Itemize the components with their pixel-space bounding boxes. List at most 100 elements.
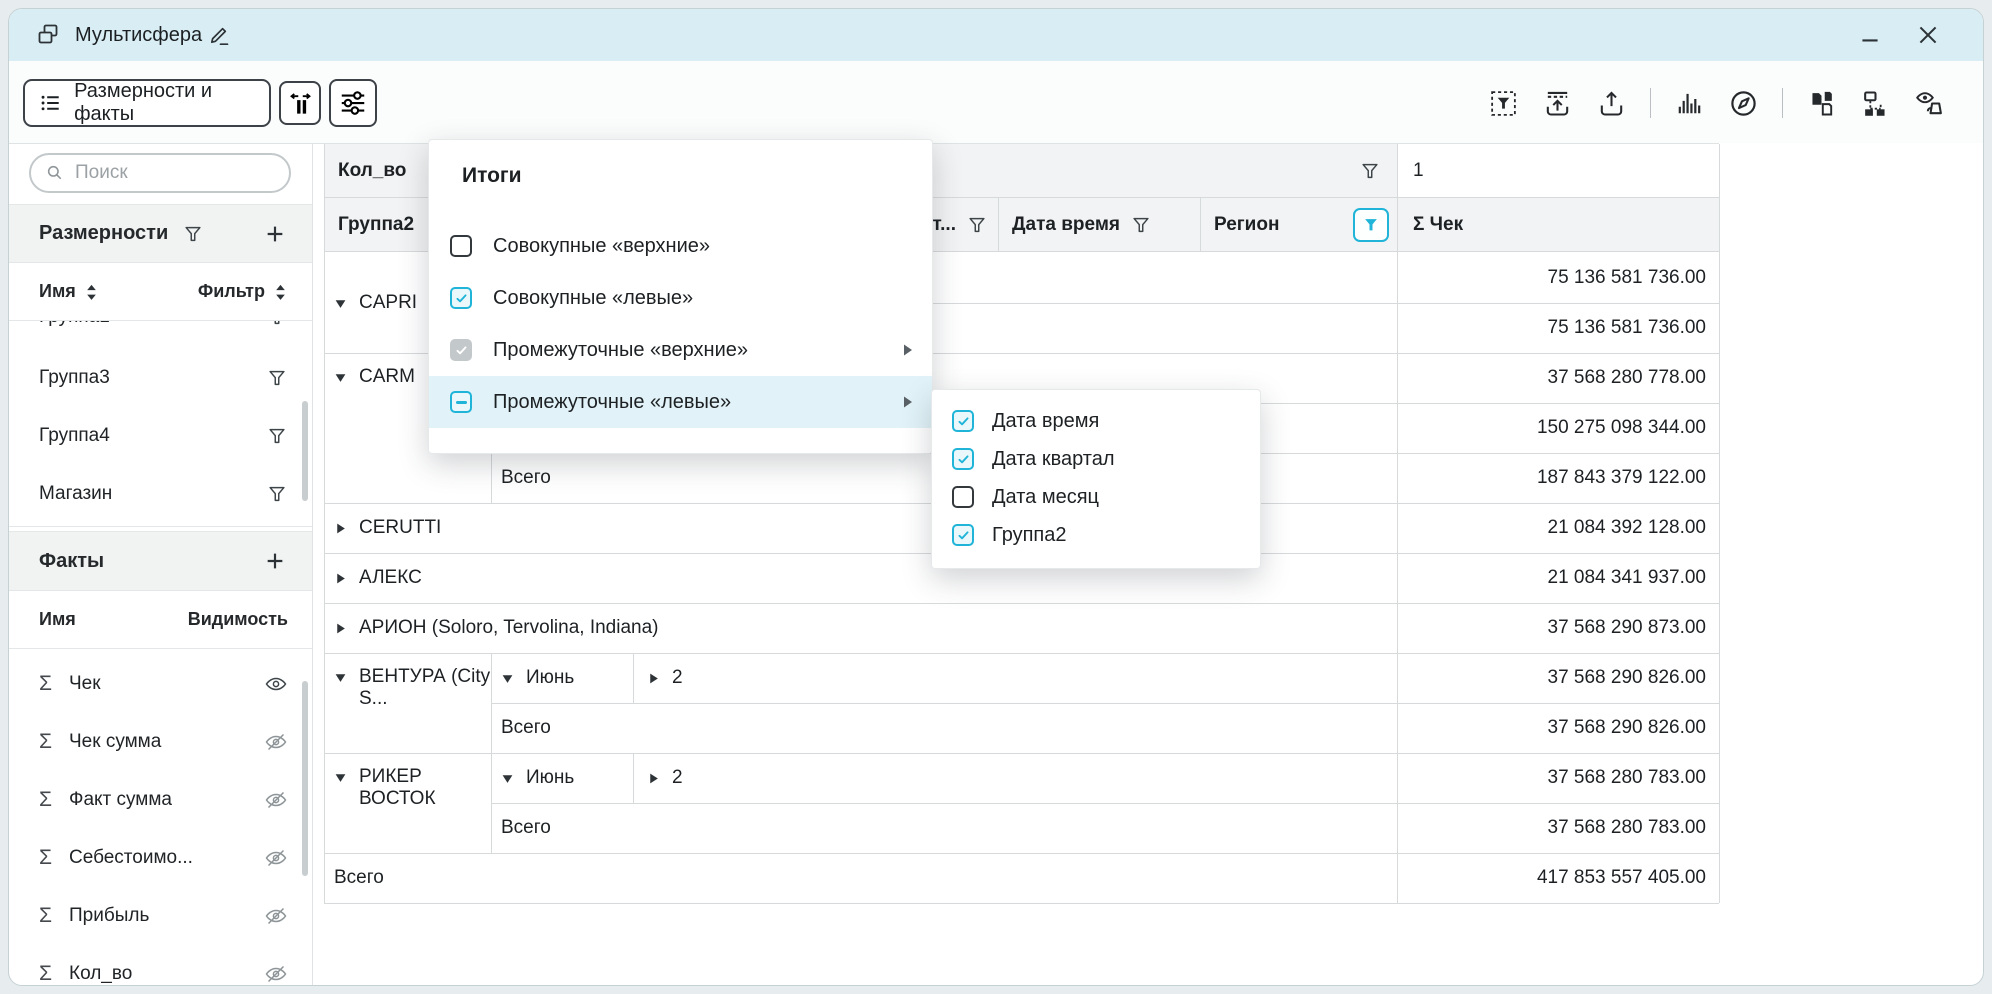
value-cell[interactable]: 187 843 379 122.00 — [1397, 453, 1719, 503]
fact-item[interactable]: Σ Себестоимо... — [9, 829, 312, 887]
value-cell[interactable]: 21 084 392 128.00 — [1397, 503, 1719, 553]
menu-item-aggregate-left[interactable]: Совокупные «левые» — [429, 272, 932, 324]
expand-arrow-icon[interactable] — [334, 371, 347, 384]
menu-item-aggregate-top[interactable]: Совокупные «верхние» — [429, 220, 932, 272]
checkbox[interactable] — [450, 391, 472, 413]
visibility-toggle[interactable] — [264, 962, 288, 986]
expand-arrow-icon[interactable] — [501, 672, 514, 685]
close-button[interactable] — [1915, 22, 1941, 48]
column-width-button[interactable] — [279, 81, 321, 125]
menu-item-intermediate-top[interactable]: Промежуточные «верхние» — [429, 324, 932, 376]
filter-icon[interactable] — [266, 483, 288, 505]
value-cell[interactable]: 21 084 341 937.00 — [1397, 553, 1719, 603]
corner-label: Кол_во — [338, 160, 406, 182]
header-region[interactable]: Регион — [1200, 198, 1397, 251]
value-cell[interactable]: 417 853 557 405.00 — [1397, 853, 1719, 903]
value-cell[interactable]: 37 568 290 873.00 — [1397, 603, 1719, 653]
fact-item[interactable]: Σ Чек — [9, 655, 312, 713]
visibility-tool-icon[interactable] — [1914, 88, 1945, 119]
visibility-toggle[interactable] — [264, 788, 288, 812]
rename-pencil-icon[interactable] — [207, 23, 231, 47]
expand-arrow-icon[interactable] — [334, 572, 347, 585]
chart-icon[interactable] — [1674, 88, 1705, 119]
filter-icon[interactable] — [266, 425, 288, 447]
checkbox[interactable] — [952, 524, 974, 546]
expand-arrow-icon[interactable] — [334, 522, 347, 535]
minimize-button[interactable] — [1857, 22, 1883, 48]
add-dimension-button[interactable] — [264, 223, 286, 245]
collapse-up-icon[interactable] — [1542, 88, 1573, 119]
fact-item[interactable]: Σ Кол_во — [9, 945, 312, 986]
facts-scrollbar[interactable] — [302, 681, 308, 876]
filter-icon[interactable] — [966, 214, 988, 236]
header-datetime[interactable]: Дата время — [998, 198, 1200, 251]
value-cell[interactable]: 37 568 280 783.00 — [1397, 803, 1719, 853]
header-fact[interactable]: Σ Чек — [1397, 198, 1719, 251]
row-group-cell[interactable]: РИКЕР ВОСТОК — [324, 753, 491, 853]
subtotal-label: Всего — [501, 817, 551, 839]
visibility-toggle[interactable] — [264, 904, 288, 928]
checkbox[interactable] — [952, 448, 974, 470]
filter-icon[interactable] — [1130, 214, 1152, 236]
expand-arrow-icon[interactable] — [501, 772, 514, 785]
sidebar-search[interactable] — [29, 153, 291, 193]
table-settings-button[interactable] — [329, 79, 377, 127]
dimension-item[interactable]: Группа3 — [9, 349, 312, 407]
filter-selection-icon[interactable] — [1488, 88, 1519, 119]
search-input[interactable] — [73, 161, 247, 185]
fact-item[interactable]: Σ Факт сумма — [9, 771, 312, 829]
menu-item-intermediate-left[interactable]: Промежуточные «левые» — [429, 376, 932, 428]
fact-filter-value-cell[interactable]: 1 — [1397, 144, 1719, 197]
row-quarter-cell[interactable]: 2 — [633, 653, 1397, 703]
expand-arrow-icon[interactable] — [334, 622, 347, 635]
compass-icon[interactable] — [1728, 88, 1759, 119]
checkbox[interactable] — [952, 410, 974, 432]
checkbox[interactable] — [450, 235, 472, 257]
visibility-toggle[interactable] — [264, 672, 288, 696]
sort-name-icon[interactable] — [84, 283, 99, 301]
sort-filter-icon[interactable] — [273, 283, 288, 301]
value-cell[interactable]: 37 568 290 826.00 — [1397, 653, 1719, 703]
region-active-filter-button[interactable] — [1353, 208, 1389, 242]
dimension-item[interactable]: Группа1 — [9, 321, 312, 346]
row-month-cell[interactable]: Июнь — [491, 653, 633, 703]
fact-item[interactable]: Σ Прибыль — [9, 887, 312, 945]
filter-icon[interactable] — [266, 321, 288, 328]
submenu-item-group2[interactable]: Группа2 — [932, 516, 1260, 554]
value-cell[interactable]: 37 568 280 778.00 — [1397, 353, 1719, 403]
dimensions-filter-icon[interactable] — [182, 223, 204, 245]
export-icon[interactable] — [1596, 88, 1627, 119]
row-month-cell[interactable]: Июнь — [491, 753, 633, 803]
value-cell[interactable]: 75 136 581 736.00 — [1397, 303, 1719, 353]
value-cell[interactable]: 37 568 290 826.00 — [1397, 703, 1719, 753]
copy-documents-icon[interactable] — [1806, 88, 1837, 119]
value-cell[interactable]: 75 136 581 736.00 — [1397, 253, 1719, 303]
checkbox[interactable] — [952, 486, 974, 508]
add-fact-button[interactable] — [264, 550, 286, 572]
expand-arrow-icon[interactable] — [334, 297, 347, 310]
row-group-cell[interactable]: АРИОН (Soloro, Tervolina, Indiana) — [324, 603, 1397, 653]
row-group-cell[interactable]: ВЕНТУРА (City S... — [324, 653, 491, 753]
value-cell[interactable]: 37 568 280 783.00 — [1397, 753, 1719, 803]
value-cell[interactable]: 150 275 098 344.00 — [1397, 403, 1719, 453]
submenu-item-datetime[interactable]: Дата время — [932, 402, 1260, 440]
fact-item[interactable]: Σ Чек сумма — [9, 713, 312, 771]
submenu-item-quarter[interactable]: Дата квартал — [932, 440, 1260, 478]
submenu-item-month[interactable]: Дата месяц — [932, 478, 1260, 516]
dimensions-scrollbar[interactable] — [302, 401, 308, 501]
checkbox[interactable] — [450, 339, 472, 361]
dimension-item[interactable]: Группа4 — [9, 407, 312, 465]
expand-arrow-icon[interactable] — [334, 671, 347, 684]
hierarchy-icon[interactable] — [1860, 88, 1891, 119]
expand-arrow-icon[interactable] — [334, 771, 347, 784]
expand-arrow-icon[interactable] — [647, 672, 660, 685]
visibility-toggle[interactable] — [264, 730, 288, 754]
dimensions-facts-button[interactable]: Размерности и факты — [23, 79, 271, 127]
expand-arrow-icon[interactable] — [647, 772, 660, 785]
checkbox[interactable] — [450, 287, 472, 309]
visibility-toggle[interactable] — [264, 846, 288, 870]
filter-icon[interactable] — [266, 367, 288, 389]
dimension-item[interactable]: Магазин — [9, 465, 312, 523]
row-quarter-cell[interactable]: 2 — [633, 753, 1397, 803]
filter-icon[interactable] — [1359, 160, 1381, 182]
